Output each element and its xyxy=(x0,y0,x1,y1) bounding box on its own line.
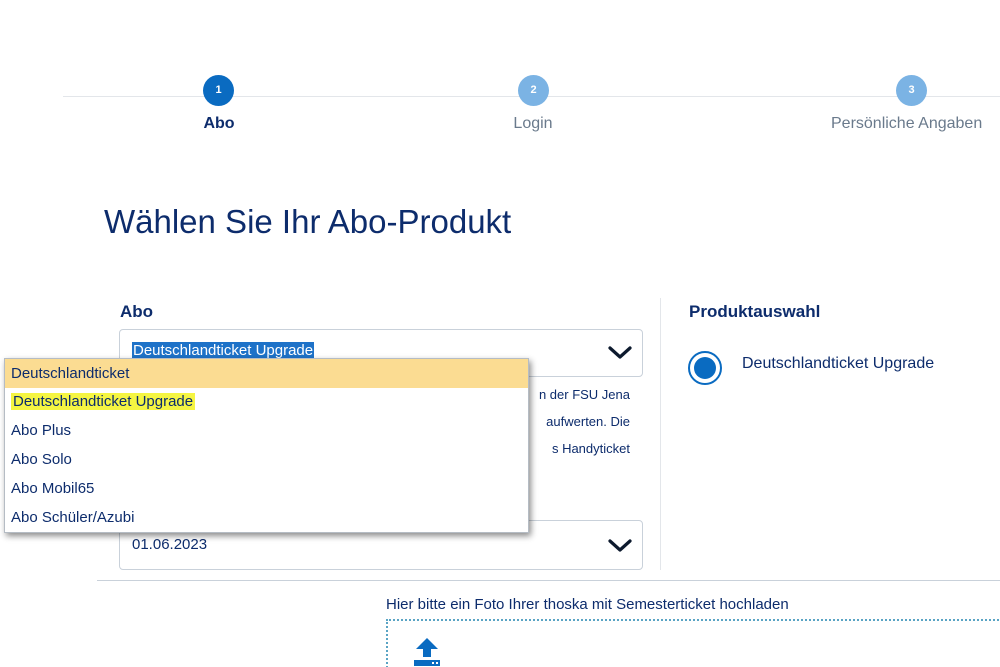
page-title: Wählen Sie Ihr Abo-Produkt xyxy=(104,203,512,240)
step-3-label[interactable]: Persönliche Angaben xyxy=(831,115,996,133)
upload-label: Hier bitte ein Foto Ihrer thoska mit Sem… xyxy=(386,596,789,613)
chevron-down-icon xyxy=(608,346,632,359)
step-2-circle[interactable]: 2 xyxy=(518,75,549,106)
abo-select-value: Deutschlandticket Upgrade xyxy=(132,342,315,359)
abo-label: Abo xyxy=(120,302,154,321)
abo-dropdown-list[interactable]: Deutschlandticket Deutschlandticket Upgr… xyxy=(4,358,529,533)
chevron-down-icon xyxy=(608,539,632,552)
dropdown-option-abo-solo[interactable]: Abo Solo xyxy=(5,445,528,474)
dropdown-option-deutschlandticket[interactable]: Deutschlandticket xyxy=(5,359,528,388)
step-1-circle[interactable]: 1 xyxy=(203,75,234,106)
product-radio-dot xyxy=(694,357,716,379)
product-name[interactable]: Deutschlandticket Upgrade xyxy=(742,350,942,377)
step-3-circle[interactable]: 3 xyxy=(896,75,927,106)
dropdown-option-abo-mobil65[interactable]: Abo Mobil65 xyxy=(5,474,528,503)
dropdown-option-abo-plus[interactable]: Abo Plus xyxy=(5,416,528,445)
upload-icon xyxy=(414,638,440,666)
product-radio[interactable] xyxy=(688,351,722,385)
dropdown-option-deutschlandticket-upgrade[interactable]: Deutschlandticket Upgrade xyxy=(5,387,528,416)
dropdown-option-label: Deutschlandticket Upgrade xyxy=(11,393,196,410)
dropdown-option-abo-schueler-azubi[interactable]: Abo Schüler/Azubi xyxy=(5,503,528,532)
upload-dropzone[interactable] xyxy=(386,619,1000,667)
horizontal-divider xyxy=(97,580,1000,581)
step-1-label[interactable]: Abo xyxy=(190,115,248,133)
start-date-value: 01.06.2023 xyxy=(132,536,208,553)
page: 1 Abo 2 Login 3 Persönliche Angaben Wähl… xyxy=(0,0,1000,667)
product-selection-title: Produktauswahl xyxy=(689,302,821,321)
vertical-divider xyxy=(660,298,661,570)
step-2-label[interactable]: Login xyxy=(493,115,573,133)
